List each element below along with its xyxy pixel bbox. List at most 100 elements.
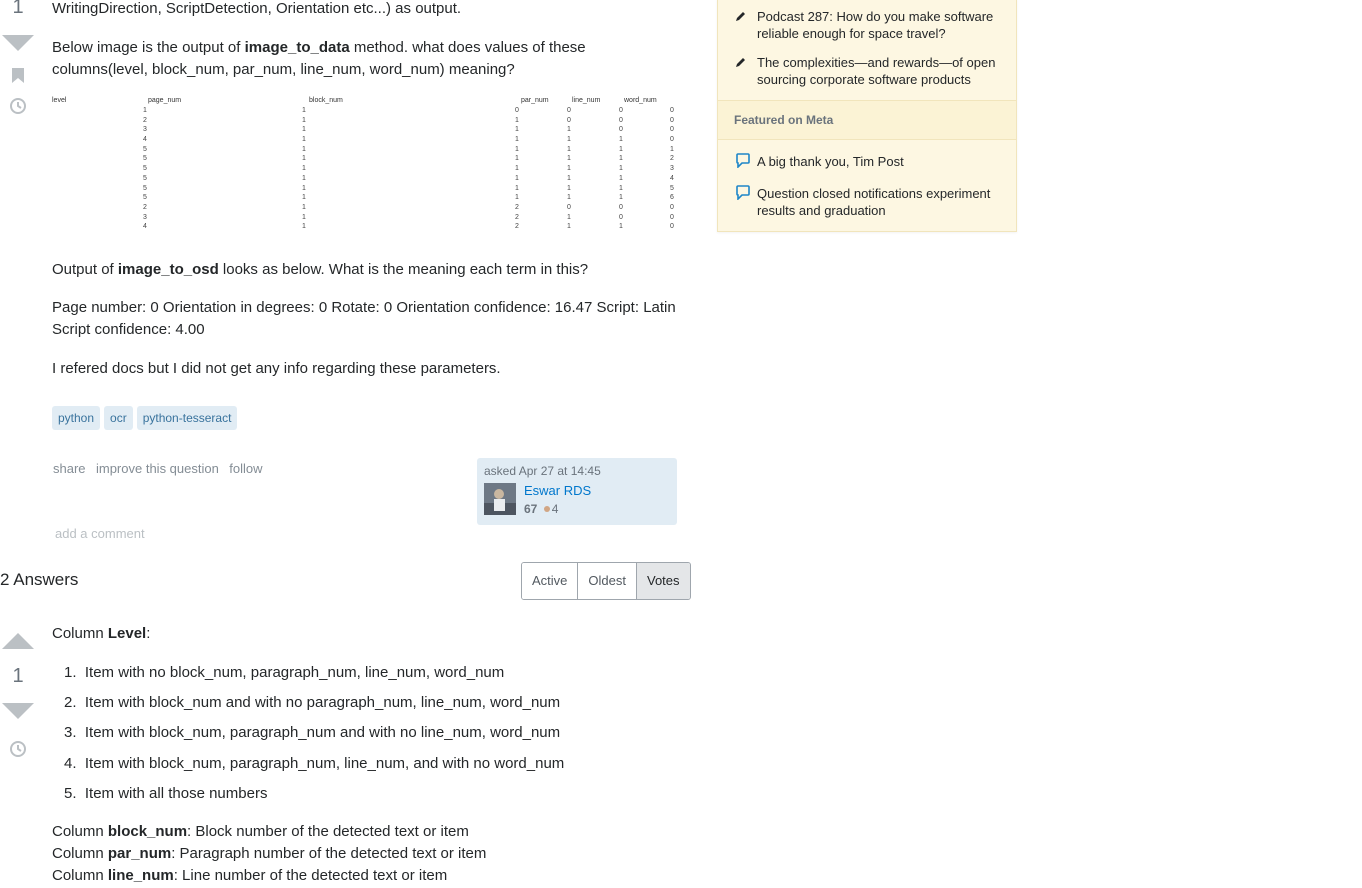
- table-cell: 1: [567, 165, 571, 173]
- table-cell: 1: [302, 213, 306, 221]
- table-cell: 1: [302, 155, 306, 163]
- table-cell: 2: [143, 203, 147, 211]
- table-cell: 1: [302, 184, 306, 192]
- table-cell: 5: [143, 165, 147, 173]
- follow-link[interactable]: follow: [229, 461, 262, 476]
- tag-list: python ocr python-tesseract: [52, 406, 241, 430]
- answer-level-heading: Column Level:: [52, 623, 150, 645]
- table-cell: 4: [670, 174, 674, 182]
- table-cell: 1: [567, 155, 571, 163]
- sort-active-button[interactable]: Active: [522, 563, 579, 599]
- column-name: block_num: [107, 823, 188, 840]
- history-icon[interactable]: [9, 740, 27, 763]
- table-cell: 1: [143, 107, 147, 114]
- text: : Line number of the detected text or it…: [173, 867, 448, 884]
- table-cell: 1: [515, 184, 519, 192]
- sort-oldest-button[interactable]: Oldest: [578, 563, 637, 599]
- table-cell: 1: [515, 174, 519, 182]
- code-term: image_to_osd: [117, 261, 219, 278]
- table-cell: 1: [302, 165, 306, 173]
- table-cell: 1: [515, 194, 519, 202]
- column-description: Column par_num: Paragraph number of the …: [52, 843, 486, 865]
- table-cell: 1: [302, 107, 306, 114]
- table-col-block-num: 1111111111111: [302, 106, 312, 232]
- improve-question-link[interactable]: improve this question: [96, 461, 219, 476]
- upvote-arrow-icon[interactable]: [2, 633, 34, 649]
- table-cell: 1: [619, 194, 623, 202]
- table-cell: 0: [670, 107, 674, 114]
- question-text-top: WritingDirection, ScriptDetection, Orien…: [52, 0, 462, 17]
- meta-link-2[interactable]: Question closed notifications experiment…: [757, 185, 1002, 219]
- featured-meta-title: Featured on Meta: [734, 113, 834, 127]
- table-cell: 1: [567, 145, 571, 153]
- list-item-text: Item with no block_num, paragraph_num, l…: [84, 664, 505, 681]
- table-cell: 1: [302, 145, 306, 153]
- table-cell: 0: [619, 116, 623, 124]
- answers-count-header: 2 Answers: [0, 570, 79, 589]
- table-cell: 5: [143, 184, 147, 192]
- user-reputation: 67 4: [524, 502, 558, 516]
- text: Column: [52, 823, 108, 840]
- tag-python-tesseract[interactable]: python-tesseract: [136, 406, 238, 430]
- table-cell: 1: [515, 145, 519, 153]
- meta-link-1[interactable]: A big thank you, Tim Post: [757, 153, 1002, 170]
- table-cell: 0: [670, 203, 674, 211]
- table-cell: 2: [515, 203, 519, 211]
- table-cell: 3: [143, 126, 147, 134]
- table-col-word-num: 0001111111001: [619, 106, 629, 232]
- table-cell: 2: [143, 116, 147, 124]
- table-cell: 0: [515, 107, 519, 114]
- sort-votes-button[interactable]: Votes: [636, 563, 690, 599]
- table-cell: 1: [567, 213, 571, 221]
- table-cell: 1: [302, 136, 306, 144]
- level-list: 1. Item with no block_num, paragraph_num…: [64, 662, 564, 813]
- table-col-word-num-2: 0000123456000: [670, 106, 680, 232]
- sidebar-widget: Podcast 287: How do you make software re…: [717, 0, 1017, 232]
- text: :: [146, 625, 151, 642]
- table-cell: 2: [515, 213, 519, 221]
- table-cell: 5: [670, 184, 674, 192]
- table-cell: 1: [302, 203, 306, 211]
- tag-ocr[interactable]: ocr: [104, 406, 133, 430]
- table-cell: 5: [143, 194, 147, 202]
- bronze-badge-count: 4: [551, 502, 559, 516]
- history-icon[interactable]: [9, 97, 27, 120]
- avatar[interactable]: [484, 483, 516, 515]
- table-header-level: level: [52, 97, 67, 104]
- text: Column: [52, 625, 108, 642]
- list-item-text: Item with block_num, paragraph_num and w…: [84, 724, 561, 741]
- table-header-line-num: line_num: [572, 97, 601, 104]
- table-cell: 1: [515, 155, 519, 163]
- asked-date: asked Apr 27 at 14:45: [484, 464, 601, 478]
- bookmark-icon[interactable]: [12, 68, 24, 88]
- table-cell: 3: [670, 165, 674, 173]
- table-cell: 0: [670, 136, 674, 144]
- table-cell: 5: [143, 174, 147, 182]
- table-cell: 1: [302, 223, 306, 231]
- blog-link-1[interactable]: Podcast 287: How do you make software re…: [757, 8, 1002, 42]
- add-comment-link[interactable]: add a comment: [55, 526, 145, 541]
- list-item: 1. Item with no block_num, paragraph_num…: [64, 664, 505, 681]
- tag-python[interactable]: python: [52, 406, 101, 430]
- list-item: 4. Item with block_num, paragraph_num, l…: [64, 755, 565, 772]
- table-cell: 0: [567, 203, 571, 211]
- downvote-arrow-icon[interactable]: [2, 35, 34, 51]
- question-paragraph-2: Output of image_to_osd looks as below. W…: [52, 259, 682, 281]
- list-item-text: Item with block_num, paragraph_num, line…: [84, 755, 565, 772]
- question-paragraph-4: I refered docs but I did not get any inf…: [52, 360, 501, 377]
- reputation-score: 67: [524, 502, 538, 516]
- code-term: image_to_data: [244, 39, 350, 56]
- table-cell: 0: [619, 213, 623, 221]
- table-cell: 0: [670, 126, 674, 134]
- downvote-arrow-icon[interactable]: [2, 703, 34, 719]
- share-link[interactable]: share: [53, 461, 86, 476]
- column-descriptions: Column block_num: Block number of the de…: [52, 821, 486, 887]
- table-cell: 1: [302, 126, 306, 134]
- pencil-icon: [735, 9, 747, 27]
- list-item: 2. Item with block_num and with no parag…: [64, 694, 561, 711]
- bronze-badge-icon: [543, 506, 550, 512]
- blog-link-2[interactable]: The complexities—and rewards—of open sou…: [757, 54, 1002, 88]
- user-name-link[interactable]: Eswar RDS: [524, 483, 591, 498]
- meta-chat-icon: [736, 185, 750, 205]
- table-cell: 1: [515, 165, 519, 173]
